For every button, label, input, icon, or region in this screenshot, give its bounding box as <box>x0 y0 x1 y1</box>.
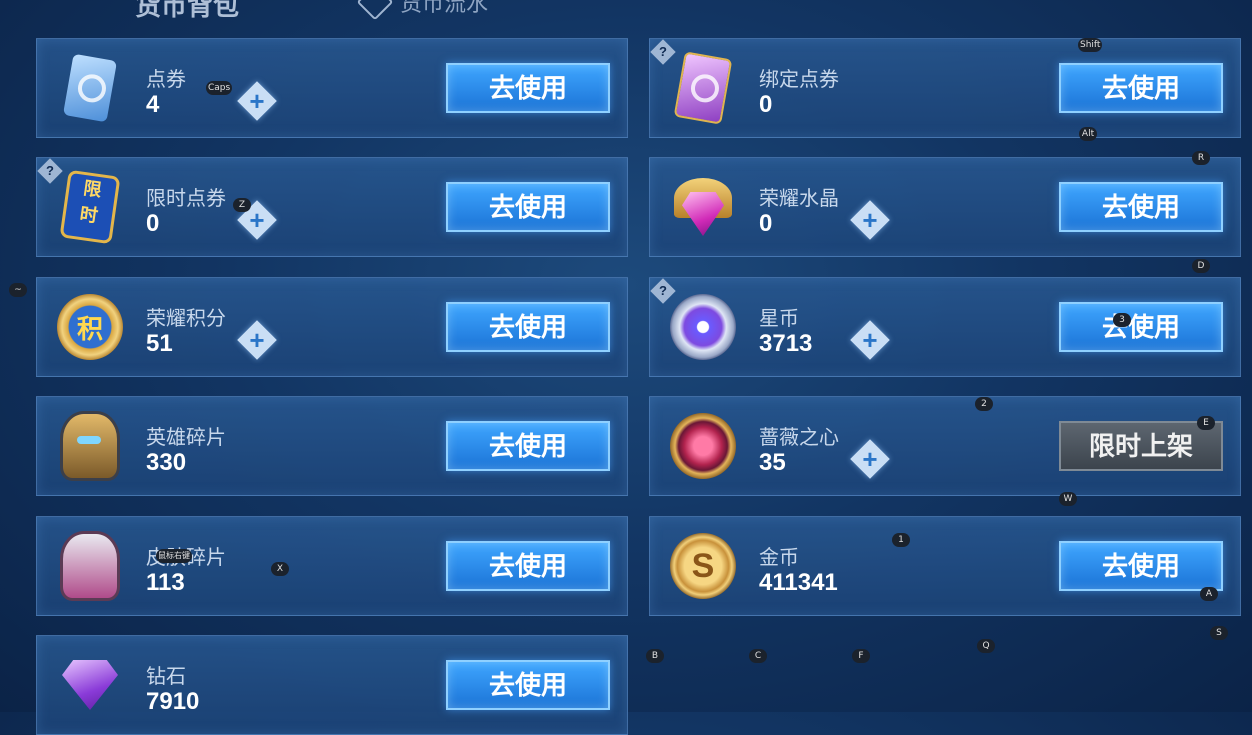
plus-icon: + <box>249 86 265 116</box>
use-button[interactable]: 去使用 <box>446 302 610 352</box>
currency-card-star-coin: ? 星币 3713 + 去使用 <box>649 277 1241 377</box>
use-button[interactable]: 去使用 <box>446 63 610 113</box>
key-hint-w: W <box>1059 492 1077 506</box>
hero-fragment-icon <box>55 411 125 481</box>
currency-card-glory-crystal: 荣耀水晶 0 + 去使用 <box>649 157 1241 257</box>
currency-card-hero-fragment: 英雄碎片 330 去使用 <box>36 396 628 496</box>
add-button[interactable]: + <box>850 320 890 360</box>
use-button[interactable]: 去使用 <box>446 421 610 471</box>
blue-ticket-icon <box>55 53 125 123</box>
glory-crystal-icon <box>668 172 738 242</box>
currency-card-rose-heart: 蔷薇之心 35 + 限时上架 <box>649 396 1241 496</box>
limited-ticket-icon: 限时 <box>55 169 125 245</box>
key-hint-alt: Alt <box>1079 127 1097 141</box>
add-button[interactable]: + <box>850 439 890 479</box>
currency-name: 钻石 <box>146 666 186 688</box>
key-hint-x: X <box>271 562 289 576</box>
key-hint-tilde: ~ <box>9 283 27 297</box>
key-hint-3: 3 <box>1113 313 1131 327</box>
currency-card-glory-points: 积 荣耀积分 51 + 去使用 <box>36 277 628 377</box>
key-hint-z: Z <box>233 198 251 212</box>
currency-name: 限时点券 <box>146 188 226 210</box>
currency-name: 英雄碎片 <box>146 427 226 449</box>
key-hint-r: R <box>1192 151 1210 165</box>
limited-listing-button[interactable]: 限时上架 <box>1059 421 1223 471</box>
tab-currency-flow-label: 货币流水 <box>400 0 489 16</box>
key-hint-f: F <box>852 649 870 663</box>
use-button[interactable]: 去使用 <box>446 182 610 232</box>
use-button[interactable]: 去使用 <box>1059 302 1223 352</box>
plus-icon: + <box>249 325 265 355</box>
plus-icon: + <box>862 325 878 355</box>
currency-card-diamond: 钻石 7910 去使用 <box>36 635 628 735</box>
currency-amount: 113 <box>146 569 185 596</box>
key-hint-1: 1 <box>892 533 910 547</box>
glory-points-icon: 积 <box>55 292 125 362</box>
use-button[interactable]: 去使用 <box>446 541 610 591</box>
tab-currency-flow[interactable]: 货币流水 <box>356 0 489 21</box>
currency-amount: 0 <box>146 210 160 237</box>
currency-name: 金币 <box>759 547 799 569</box>
page-title: 货币背包 <box>135 0 240 21</box>
currency-card-dianquan: 点券 4 + 去使用 <box>36 38 628 138</box>
use-button[interactable]: 去使用 <box>1059 541 1223 591</box>
key-hint-right-mouse: 鼠标右键 <box>156 549 192 563</box>
currency-card-skin-fragment: 皮肤碎片 113 去使用 <box>36 516 628 616</box>
add-button[interactable]: + <box>237 320 277 360</box>
currency-amount: 3713 <box>759 330 813 357</box>
currency-name: 蔷薇之心 <box>759 427 839 449</box>
use-button[interactable]: 去使用 <box>1059 63 1223 113</box>
top-bar: 货币背包 货币流水 <box>0 0 1252 22</box>
key-hint-caps: Caps <box>206 81 233 95</box>
currency-name: 点券 <box>146 69 186 91</box>
currency-amount: 4 <box>146 91 160 118</box>
currency-amount: 0 <box>759 91 773 118</box>
currency-name: 荣耀积分 <box>146 308 226 330</box>
key-hint-b: B <box>646 649 664 663</box>
currency-card-gold-coin: S 金币 411341 去使用 <box>649 516 1241 616</box>
key-hint-q: Q <box>977 639 995 653</box>
flow-icon <box>356 0 394 21</box>
key-hint-d: D <box>1192 259 1210 273</box>
currency-amount: 0 <box>759 210 773 237</box>
currency-name: 星币 <box>759 308 799 330</box>
key-hint-a: A <box>1200 587 1218 601</box>
key-hint-c: C <box>749 649 767 663</box>
key-hint-e: E <box>1197 416 1215 430</box>
currency-card-limited-dianquan: ? 限时 限时点券 0 + 去使用 <box>36 157 628 257</box>
use-button[interactable]: 去使用 <box>446 660 610 710</box>
currency-name: 绑定点券 <box>759 69 839 91</box>
key-hint-s: S <box>1210 626 1228 640</box>
add-button[interactable]: + <box>237 81 277 121</box>
use-button[interactable]: 去使用 <box>1059 182 1223 232</box>
currency-name: 荣耀水晶 <box>759 188 839 210</box>
currency-amount: 51 <box>146 330 173 357</box>
key-hint-2: 2 <box>975 397 993 411</box>
plus-icon: + <box>862 444 878 474</box>
gold-coin-icon: S <box>668 531 738 601</box>
currency-amount: 411341 <box>759 569 838 596</box>
rose-heart-icon <box>668 411 738 481</box>
skin-fragment-icon <box>55 531 125 601</box>
key-hint-shift: Shift <box>1078 38 1103 52</box>
add-button[interactable]: + <box>850 200 890 240</box>
currency-amount: 330 <box>146 449 187 476</box>
purple-ticket-icon <box>668 51 738 125</box>
currency-amount: 35 <box>759 449 786 476</box>
diamond-icon <box>55 650 125 720</box>
plus-icon: + <box>862 205 878 235</box>
star-coin-icon <box>668 292 738 362</box>
currency-card-bound-dianquan: ? 绑定点券 0 去使用 <box>649 38 1241 138</box>
